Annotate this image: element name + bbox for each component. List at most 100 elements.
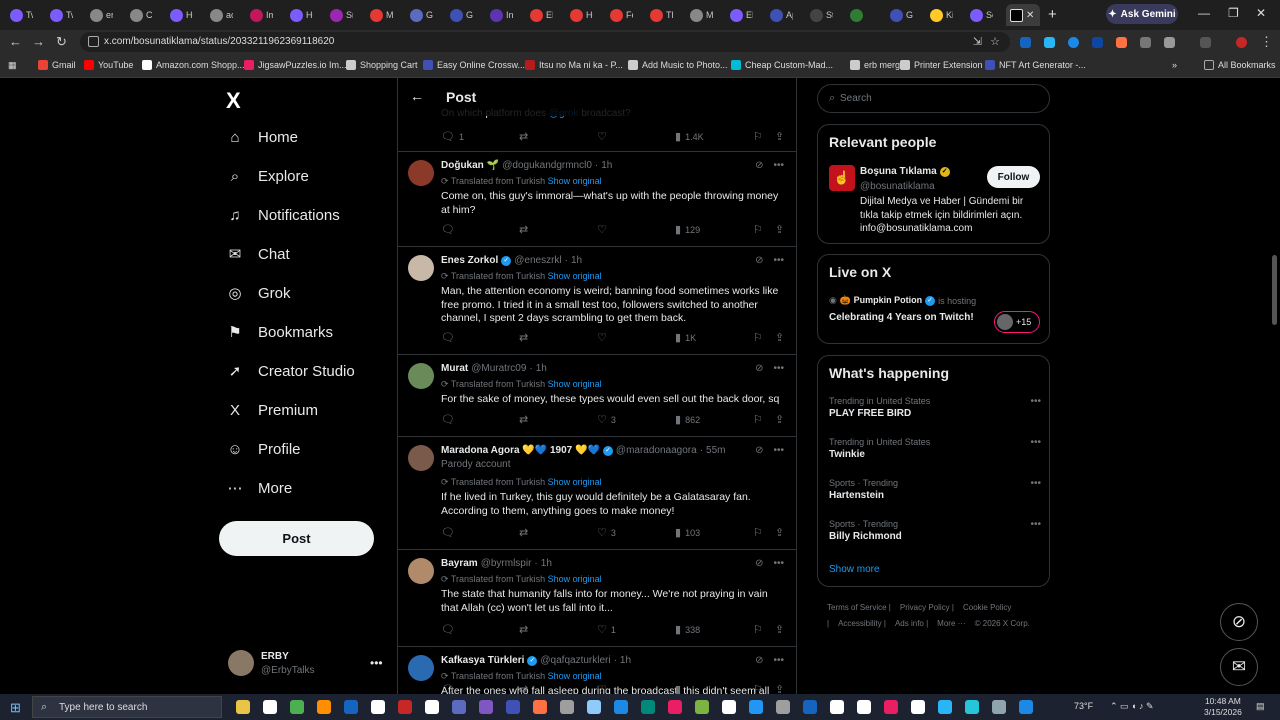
extensions-puzzle-icon[interactable] [1164, 37, 1175, 48]
bookmark-link[interactable]: Amazon.com Shopp... [142, 60, 245, 70]
bookmark-button[interactable]: ⚐ [753, 623, 763, 636]
author-handle[interactable]: @dogukandgrmncl0 [502, 160, 592, 171]
forward-icon[interactable]: → [32, 34, 45, 49]
grok-explain-icon[interactable]: ⊘ [755, 363, 763, 374]
bookmark-link[interactable]: Cheap Custom-Mad... [731, 60, 833, 70]
browser-tab[interactable]: ER [526, 4, 553, 26]
follow-button[interactable]: Follow [987, 166, 1040, 188]
taskbar-app-icon[interactable] [398, 700, 412, 714]
views-button[interactable]: ▮ 862 [675, 413, 700, 426]
author-name[interactable]: Kafkasya Türkleri [441, 655, 524, 666]
repost-button[interactable]: ⇄ [519, 223, 532, 236]
show-original-link[interactable]: Show original [548, 477, 602, 487]
browser-tab[interactable]: Tw [6, 4, 33, 26]
bookmark-button[interactable]: ⚐ [753, 223, 763, 236]
reply-button[interactable]: 🗨 [441, 223, 459, 236]
avatar[interactable]: ☝ [829, 165, 855, 191]
extension-icon[interactable] [1140, 37, 1151, 48]
tab-close-icon[interactable]: ✕ [1026, 10, 1034, 21]
browser-tab[interactable]: M [366, 4, 393, 26]
reply-button[interactable]: 🗨 [441, 526, 459, 539]
browser-tab[interactable]: Cli [126, 4, 153, 26]
apps-grid-icon[interactable]: ▦ [8, 60, 17, 71]
like-button[interactable]: ♡ [597, 223, 611, 236]
footer-link[interactable]: Ads info | [895, 619, 928, 628]
reply-tweet[interactable]: Enes Zorkol ✓ @eneszrkl · 1h ⊘ ••• ⟳ Translated… [398, 247, 796, 355]
install-app-icon[interactable]: ⇲ [973, 35, 982, 48]
views-button[interactable]: ▮ 129 [675, 223, 700, 236]
browser-tab[interactable]: Tw [46, 4, 73, 26]
browser-tab[interactable]: In [486, 4, 513, 26]
nav-item-creator-studio[interactable]: ➚ Creator Studio [226, 362, 355, 381]
trend-item[interactable]: Trending in United States PLAY FREE BIRD •… [829, 396, 1041, 419]
reply-button[interactable]: 🗨 [441, 413, 459, 426]
more-options-icon[interactable]: ••• [773, 445, 784, 456]
taskbar-app-icon[interactable] [317, 700, 331, 714]
taskbar-app-icon[interactable] [911, 700, 925, 714]
taskbar-app-icon[interactable] [965, 700, 979, 714]
reload-icon[interactable]: ↻ [56, 34, 67, 50]
share-button[interactable]: ⇪ [775, 331, 784, 344]
timestamp[interactable]: 1h [536, 363, 547, 374]
footer-link[interactable]: Accessibility | [838, 619, 886, 628]
footer-link[interactable]: Terms of Service | [827, 603, 891, 612]
share-button[interactable]: ⇪ [775, 413, 784, 426]
show-original-link[interactable]: Show original [548, 176, 602, 186]
taskbar-app-icon[interactable] [668, 700, 682, 714]
author-handle[interactable]: @maradonaagora [616, 445, 697, 456]
more-options-icon[interactable]: ••• [773, 363, 784, 374]
account-switcher[interactable]: ERBY @ErbyTalks ••• [228, 650, 388, 680]
x-logo[interactable]: X [226, 88, 241, 114]
bookmark-star-icon[interactable]: ☆ [990, 35, 1000, 48]
browser-tab[interactable]: Fe [606, 4, 633, 26]
browser-tab[interactable]: Gc [406, 4, 433, 26]
reply-button[interactable]: 🗨 [441, 331, 459, 344]
weather-temp[interactable]: 73°F [1074, 701, 1093, 711]
taskbar-app-icon[interactable] [857, 700, 871, 714]
extension-icon[interactable] [1092, 37, 1103, 48]
back-icon[interactable]: ← [9, 34, 22, 49]
reply-button[interactable]: 🗨 [441, 683, 459, 694]
timestamp[interactable]: 55m [706, 445, 725, 456]
url-field[interactable]: x.com/bosunatiklama/status/2033211962369… [80, 32, 1010, 52]
bookmark-link[interactable]: JigsawPuzzles.io Im... [244, 60, 347, 70]
share-button[interactable]: ⇪ [775, 683, 784, 694]
views-button[interactable]: ▮ 103 [675, 526, 700, 539]
active-tab[interactable]: ✕ [1006, 4, 1040, 26]
browser-tab[interactable]: eri [86, 4, 113, 26]
browser-tab[interactable]: He [566, 4, 593, 26]
windows-start-icon[interactable]: ⊞ [10, 700, 21, 716]
reply-tweet[interactable]: Murat @Muratrc09 · 1h ⊘ ••• ⟳ Translated from … [398, 355, 796, 437]
trend-item[interactable]: Sports · Trending Hartenstein ••• [829, 478, 1041, 501]
author-handle[interactable]: @qafqazturkleri [540, 655, 610, 666]
extension-icon[interactable] [1044, 37, 1055, 48]
browser-tab[interactable]: Ki [926, 4, 953, 26]
repost-button[interactable]: ⇄ [519, 683, 532, 694]
more-options-icon[interactable]: ••• [773, 558, 784, 569]
share-button[interactable]: ⇪ [775, 526, 784, 539]
grok-icon[interactable]: ⊘ [1220, 603, 1258, 641]
browser-tab[interactable]: He [166, 4, 193, 26]
show-more-link[interactable]: Show more [829, 564, 880, 575]
grok-explain-icon[interactable]: ⊘ [755, 558, 763, 569]
relevant-person-handle[interactable]: @bosunatiklama [860, 181, 935, 192]
taskbar-app-icon[interactable] [533, 700, 547, 714]
taskbar-app-icon[interactable] [560, 700, 574, 714]
show-original-link[interactable]: Show original [548, 271, 602, 281]
extension-icon[interactable] [1020, 37, 1031, 48]
bookmark-button[interactable]: ⚐ [753, 683, 763, 694]
nav-item-grok[interactable]: ◎ Grok [226, 284, 290, 303]
footer-link[interactable]: © 2026 X Corp. [975, 619, 1030, 628]
taskbar-app-icon[interactable] [992, 700, 1006, 714]
taskbar-app-icon[interactable] [830, 700, 844, 714]
bookmark-link[interactable]: Printer Extension [900, 60, 983, 70]
browser-tab[interactable] [846, 4, 873, 26]
nav-item-home[interactable]: ⌂ Home [226, 128, 298, 146]
author-handle[interactable]: @byrmlspir [481, 558, 532, 569]
bookmark-link[interactable]: Gmail [38, 60, 76, 70]
avatar[interactable] [408, 655, 434, 681]
author-handle[interactable]: @Muratrc09 [471, 363, 526, 374]
browser-tab[interactable]: He [286, 4, 313, 26]
bookmark-link[interactable]: YouTube [84, 60, 133, 70]
bookmark-button[interactable]: ⚐ [753, 526, 763, 539]
